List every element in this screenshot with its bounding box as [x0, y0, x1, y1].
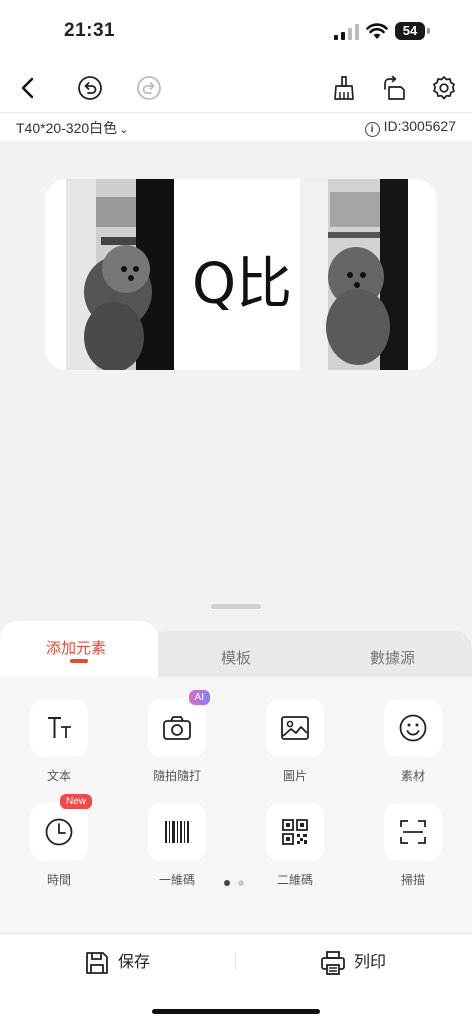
- print-button[interactable]: 列印: [320, 948, 386, 976]
- tool-barcode-box: [148, 803, 206, 861]
- tool-scan[interactable]: 掃描: [363, 803, 463, 888]
- tool-barcode-label: 一維碼: [158, 873, 195, 887]
- new-badge: New: [59, 794, 92, 809]
- wifi-icon: [366, 23, 388, 39]
- dog-photo-left[interactable]: [66, 179, 174, 370]
- tool-barcode[interactable]: 一維碼: [127, 803, 227, 888]
- tab-data-source[interactable]: 數據源: [370, 647, 415, 668]
- battery-icon: 54: [395, 22, 431, 40]
- tool-time-label: 時間: [46, 873, 71, 887]
- label-text[interactable]: Q比: [177, 239, 307, 320]
- text-icon: [48, 717, 71, 738]
- tool-qrcode-box: [266, 803, 324, 861]
- scan-icon: [400, 820, 426, 844]
- device-id-label: ID:3005627: [383, 118, 456, 134]
- tool-scan-box: [384, 803, 442, 861]
- chevron-left-icon: [21, 77, 34, 99]
- tool-image-box: [266, 699, 324, 757]
- status-bar: 21:31 54: [0, 0, 472, 64]
- model-label: T40*20-320白色: [16, 120, 118, 136]
- broom-icon: [334, 76, 354, 100]
- home-indicator: [152, 1009, 320, 1014]
- gear-icon: [433, 76, 455, 100]
- tab-label-add-element: 添加元素: [46, 640, 107, 657]
- tool-text-box: [30, 699, 88, 757]
- drag-handle[interactable]: [211, 604, 261, 609]
- save-label: 保存: [118, 954, 151, 971]
- dog-image-right: [300, 179, 408, 370]
- clock-icon: [45, 818, 73, 846]
- undo-icon: [78, 76, 102, 100]
- label-preview[interactable]: Q比: [45, 179, 437, 370]
- image-icon: [281, 716, 309, 740]
- redo-button[interactable]: [135, 74, 163, 102]
- bottom-action-bar: 保存 列印: [0, 933, 472, 1025]
- model-selector[interactable]: T40*20-320白色 ⌄: [16, 118, 128, 138]
- tool-text[interactable]: 文本: [9, 699, 109, 784]
- rotate-button[interactable]: [380, 74, 408, 102]
- device-id: i ID:3005627: [364, 118, 456, 137]
- tool-qrcode[interactable]: 二維碼: [245, 803, 345, 888]
- camera-icon: [163, 716, 191, 740]
- tool-grid: 文本 AI 隨拍隨打 圖片 素材 New 時間 一維碼 二維碼 掃描: [0, 677, 472, 933]
- label-canvas: Q比: [0, 141, 472, 621]
- tool-ai-camera[interactable]: AI 隨拍隨打: [127, 690, 227, 784]
- element-panel: 添加元素 模板 數據源 文本 AI 隨拍隨打 圖片 素材 New 時間 一維碼 …: [0, 621, 472, 933]
- barcode-icon: [165, 821, 189, 843]
- redo-icon: [137, 76, 161, 100]
- tool-image[interactable]: 圖片: [245, 699, 345, 784]
- tool-ai-camera-label: 隨拍隨打: [152, 769, 201, 783]
- panel-tabs: 添加元素 模板 數據源: [0, 621, 472, 681]
- tool-material-label: 素材: [400, 769, 425, 783]
- divider: [235, 952, 236, 970]
- tool-qrcode-label: 二維碼: [276, 873, 313, 887]
- ai-badge: AI: [188, 690, 210, 705]
- smiley-icon: [399, 714, 427, 742]
- tab-add-element[interactable]: 添加元素: [0, 621, 158, 681]
- floppy-disk-icon: [86, 951, 108, 974]
- printer-icon: [321, 950, 345, 975]
- tab-templates[interactable]: 模板: [221, 647, 251, 668]
- settings-button[interactable]: [430, 74, 458, 102]
- tool-material-box: [384, 699, 442, 757]
- page-dot-active[interactable]: [224, 880, 230, 886]
- tab-underline: [70, 659, 88, 663]
- tool-time-box: New: [30, 794, 92, 861]
- chevron-down-icon: ⌄: [119, 124, 129, 136]
- back-button[interactable]: [14, 74, 42, 102]
- clear-button[interactable]: [330, 74, 358, 102]
- tool-scan-label: 掃描: [400, 873, 425, 887]
- tool-ai-camera-box: AI: [148, 690, 210, 757]
- tool-material[interactable]: 素材: [363, 699, 463, 784]
- page-indicator: [224, 873, 252, 891]
- tabs-background: [150, 631, 472, 681]
- device-bar: T40*20-320白色 ⌄ i ID:3005627: [0, 112, 472, 141]
- undo-button[interactable]: [76, 74, 104, 102]
- save-button[interactable]: 保存: [84, 948, 150, 976]
- rotate-icon: [384, 75, 405, 100]
- tool-text-label: 文本: [46, 769, 71, 783]
- tool-time[interactable]: New 時間: [9, 794, 109, 888]
- signal-icon: [334, 24, 359, 40]
- dog-image-left: [66, 179, 174, 370]
- editor-toolbar: [0, 64, 472, 112]
- info-icon: i: [364, 122, 380, 137]
- print-label: 列印: [354, 954, 387, 971]
- status-time: 21:31: [64, 20, 116, 41]
- battery-level: 54: [395, 22, 425, 40]
- tool-image-label: 圖片: [282, 769, 307, 783]
- page-dot[interactable]: [238, 880, 244, 886]
- dog-photo-right[interactable]: [300, 179, 408, 370]
- qrcode-icon: [282, 819, 308, 845]
